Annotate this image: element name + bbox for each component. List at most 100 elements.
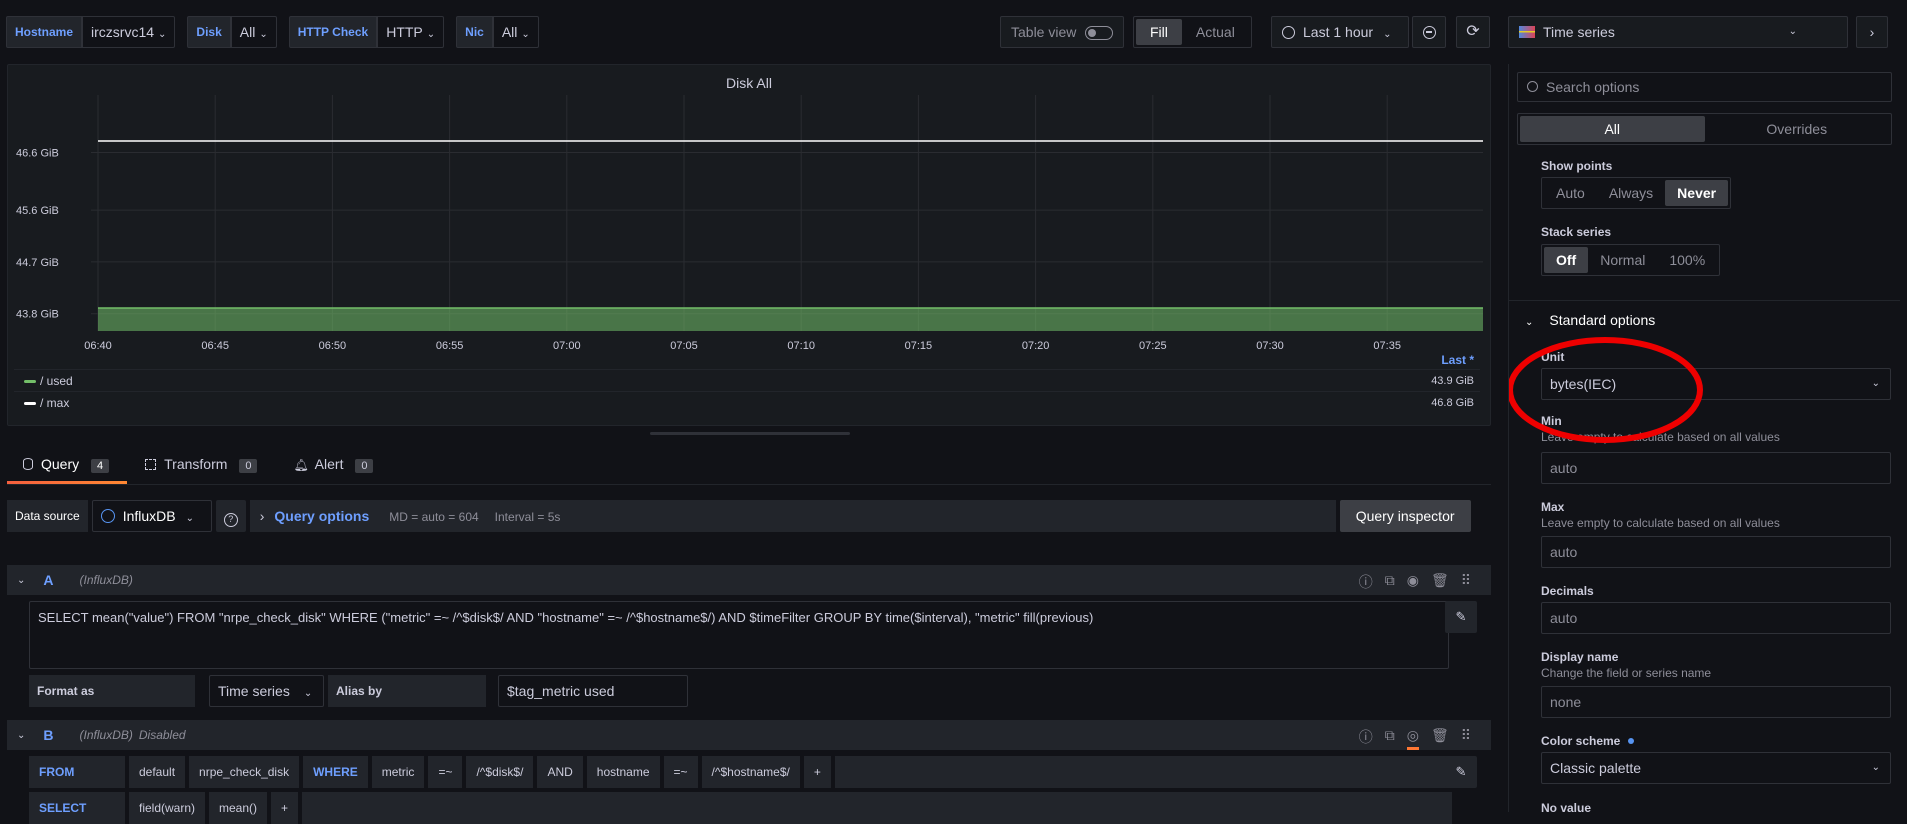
collapse-options-button[interactable]: ›: [1856, 16, 1888, 48]
show-points-always[interactable]: Always: [1597, 180, 1665, 206]
query-ref[interactable]: A: [43, 572, 53, 588]
search-options-input[interactable]: Search options: [1517, 72, 1892, 102]
format-as-select[interactable]: Time series ⌄: [209, 675, 324, 707]
pane-splitter[interactable]: [650, 432, 850, 435]
time-series-chart[interactable]: 46.6 GiB 45.6 GiB 44.7 GiB 43.8 GiB 06:40 06:…: [8, 65, 1492, 365]
retention-policy[interactable]: default: [129, 756, 186, 788]
query-header[interactable]: ⌄ A (InfluxDB) ⓘ ⧉ ◉ 🗑︎ ⠿: [7, 565, 1491, 595]
visualization-picker[interactable]: Time series ⌄: [1508, 16, 1848, 48]
measurement[interactable]: nrpe_check_disk: [189, 756, 300, 788]
pencil-icon: ✎: [1455, 609, 1467, 624]
help-icon[interactable]: ⓘ: [1359, 572, 1373, 592]
variable-label: Nic: [456, 16, 493, 48]
x-tick-label: 06:45: [201, 340, 229, 352]
tag-key[interactable]: metric: [371, 756, 425, 788]
legend-row[interactable]: / max 46.8 GiB: [14, 391, 1480, 413]
alias-by-input[interactable]: $tag_metric used: [498, 675, 688, 707]
trash-icon[interactable]: 🗑︎: [1431, 727, 1449, 750]
edit-mode-button[interactable]: ✎: [1445, 756, 1477, 788]
query-inspector-button[interactable]: Query inspector: [1339, 500, 1471, 532]
query-ref[interactable]: B: [43, 727, 53, 743]
variable-value[interactable]: irczsrvc14 ⌄: [82, 16, 176, 48]
eye-icon[interactable]: ◉: [1407, 572, 1419, 592]
tab-overrides[interactable]: Overrides: [1705, 116, 1890, 142]
chevron-down-icon[interactable]: ⌄: [17, 575, 25, 586]
variable-nic[interactable]: Nic All ⌄: [456, 16, 539, 48]
time-picker[interactable]: Last 1 hour ⌄: [1271, 16, 1409, 48]
tag-value[interactable]: /^$disk$/: [466, 756, 534, 788]
variable-hostname[interactable]: Hostname irczsrvc14 ⌄: [6, 16, 176, 48]
chevron-down-icon: ⌄: [1788, 26, 1797, 37]
show-points-radio: Auto Always Never: [1541, 177, 1732, 209]
query-text[interactable]: SELECT mean("value") FROM "nrpe_check_di…: [38, 610, 1093, 625]
show-points-never[interactable]: Never: [1665, 180, 1729, 206]
query-options-bar[interactable]: › Query options MD = auto = 604 Interval = …: [249, 500, 1336, 532]
chevron-down-icon[interactable]: ⌄: [17, 730, 25, 741]
viz-label: Time series: [1543, 24, 1615, 40]
variable-disk[interactable]: Disk All ⌄: [187, 16, 277, 48]
tag-operator[interactable]: =~: [663, 756, 698, 788]
color-scheme-value: Classic palette: [1550, 760, 1642, 776]
tab-alert[interactable]: 🔔︎ Alert 0: [275, 452, 391, 484]
aggregation[interactable]: mean(): [209, 792, 268, 824]
edit-mode-button[interactable]: ✎: [1445, 601, 1477, 633]
stack-series-off[interactable]: Off: [1544, 247, 1589, 273]
and-condition[interactable]: AND: [537, 756, 583, 788]
trash-icon[interactable]: 🗑︎: [1431, 572, 1449, 592]
eye-off-icon[interactable]: ◎: [1406, 727, 1419, 750]
color-scheme-title: Color scheme: [1541, 734, 1635, 748]
fill-button[interactable]: Fill: [1136, 19, 1182, 45]
tag-value[interactable]: /^$hostname$/: [701, 756, 800, 788]
color-scheme-select[interactable]: Classic palette ⌄: [1541, 752, 1891, 784]
duplicate-icon[interactable]: ⧉: [1385, 727, 1395, 750]
decimals-placeholder: auto: [1550, 610, 1578, 626]
tab-all[interactable]: All: [1520, 116, 1705, 142]
editor-tabs: Query 4 Transform 0 🔔︎ Alert 0: [7, 452, 391, 484]
stack-series-100[interactable]: 100%: [1657, 247, 1717, 273]
query-disabled-label: Disabled: [138, 728, 186, 742]
datasource-picker[interactable]: InfluxDB ⌄: [91, 500, 212, 532]
variable-value[interactable]: HTTP ⌄: [377, 16, 445, 48]
legend-value: 43.9 GiB: [1431, 375, 1474, 387]
zoom-out-button[interactable]: [1412, 16, 1446, 48]
duplicate-icon[interactable]: ⧉: [1385, 572, 1395, 592]
legend-series-name[interactable]: / max: [40, 396, 69, 410]
options-tabs: All Overrides: [1517, 113, 1892, 145]
max-input[interactable]: auto: [1541, 536, 1891, 568]
section-divider: [1509, 300, 1900, 301]
drag-handle-icon[interactable]: ⠿: [1461, 572, 1471, 592]
tab-transform[interactable]: Transform 0: [127, 452, 275, 484]
legend-header[interactable]: Last *: [1441, 353, 1474, 367]
show-points-auto[interactable]: Auto: [1544, 180, 1597, 206]
variable-value[interactable]: All ⌄: [230, 16, 277, 48]
stack-series-normal[interactable]: Normal: [1588, 247, 1657, 273]
legend-value: 46.8 GiB: [1431, 397, 1474, 409]
query-header[interactable]: ⌄ B (InfluxDB) Disabled ⓘ ⧉ ◎ 🗑︎ ⠿: [7, 720, 1491, 750]
table-view-toggle[interactable]: Table view: [1000, 16, 1124, 48]
field-selector[interactable]: field(warn): [129, 792, 206, 824]
display-name-input[interactable]: none: [1541, 686, 1891, 718]
variable-http-check[interactable]: HTTP Check HTTP ⌄: [288, 16, 445, 48]
query-editor[interactable]: SELECT mean("value") FROM "nrpe_check_di…: [29, 601, 1449, 669]
x-tick-label: 07:25: [1139, 340, 1167, 352]
drag-handle-icon[interactable]: ⠿: [1461, 727, 1471, 750]
x-tick-label: 07:00: [553, 340, 581, 352]
tag-operator[interactable]: =~: [428, 756, 463, 788]
help-icon[interactable]: ⓘ: [1359, 727, 1373, 750]
variable-value[interactable]: All ⌄: [492, 16, 539, 48]
add-condition-button[interactable]: +: [803, 756, 831, 788]
legend-series-name[interactable]: / used: [40, 374, 73, 388]
query-format-row: Format as Time series ⌄ Alias by $tag_met…: [29, 675, 1491, 707]
tab-query[interactable]: Query 4: [7, 452, 128, 484]
legend-row[interactable]: / used 43.9 GiB: [14, 369, 1480, 391]
max-placeholder: auto: [1550, 544, 1578, 560]
add-select-button[interactable]: +: [271, 792, 299, 824]
refresh-button[interactable]: ⟳: [1456, 16, 1490, 48]
decimals-input[interactable]: auto: [1541, 602, 1891, 634]
datasource-help-button[interactable]: ?: [215, 500, 246, 532]
toggle-switch[interactable]: [1085, 26, 1113, 40]
tag-key[interactable]: hostname: [586, 756, 660, 788]
query-datasource: (InfluxDB): [79, 573, 133, 587]
annotation-ellipse: [1509, 337, 1703, 443]
actual-button[interactable]: Actual: [1182, 19, 1249, 45]
